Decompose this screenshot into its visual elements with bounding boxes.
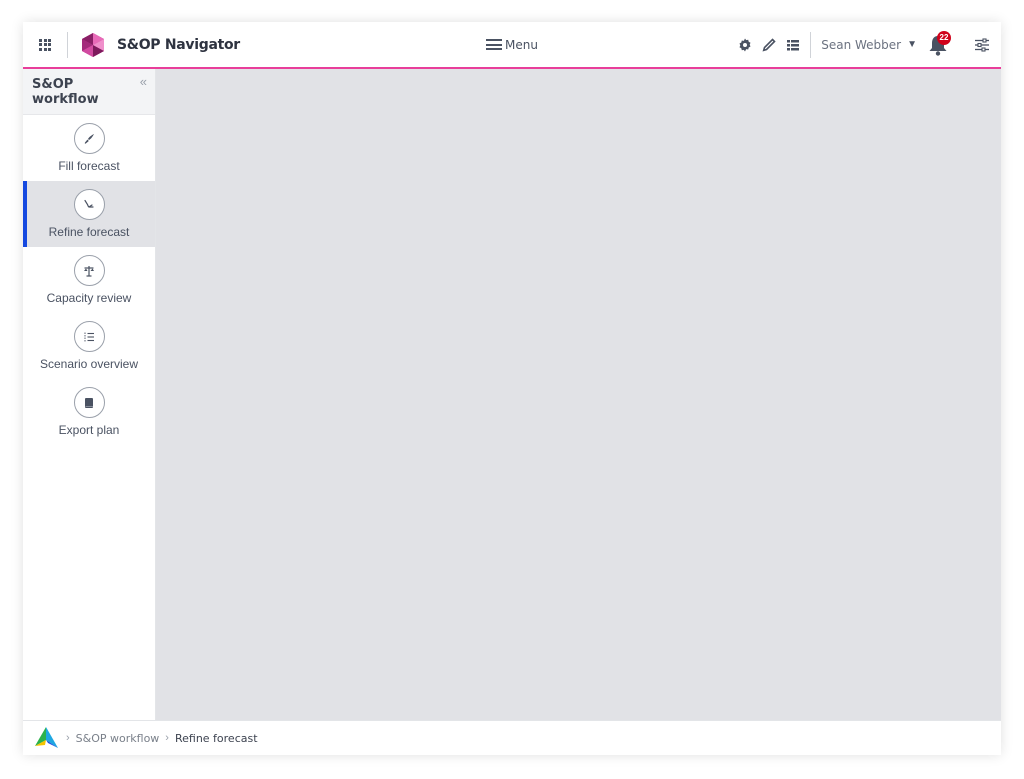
step-icon-circle [73, 255, 105, 286]
apps-grid-icon [39, 38, 51, 51]
pipette-icon [84, 199, 94, 208]
hamburger-icon [486, 39, 502, 50]
main-area: S&OP workflow « Fill forecast Refine for… [23, 69, 1001, 720]
app-logo-icon [82, 32, 104, 57]
notification-badge: 22 [937, 30, 951, 45]
step-label: Fill forecast [58, 159, 120, 173]
collapse-sidebar-icon[interactable]: « [140, 74, 147, 89]
pencil-icon [762, 37, 776, 51]
step-icon-circle [73, 321, 105, 352]
app-title: S&OP Navigator [117, 36, 240, 53]
settings-button[interactable] [734, 34, 756, 56]
brush-icon [84, 133, 94, 144]
notifications-button[interactable]: 22 [927, 30, 951, 57]
content-area [156, 69, 1001, 720]
breadcrumb-separator: › [66, 732, 70, 744]
step-icon-circle [73, 123, 105, 154]
step-label: Refine forecast [48, 225, 130, 239]
step-label: Capacity review [46, 291, 132, 305]
book-icon [85, 397, 93, 408]
breadcrumb-separator: › [165, 732, 169, 744]
divider [67, 31, 68, 58]
app-launcher-button[interactable] [23, 22, 67, 67]
edit-button[interactable] [758, 34, 780, 56]
step-fill-forecast[interactable]: Fill forecast [23, 115, 155, 181]
ordered-list-icon [84, 332, 94, 341]
step-label: Scenario overview [39, 357, 139, 371]
step-icon-circle [73, 387, 105, 418]
user-menu[interactable]: Sean Webber [821, 38, 901, 52]
preferences-button[interactable] [971, 34, 993, 56]
breadcrumb-item[interactable]: S&OP workflow [76, 732, 160, 745]
top-navigation-bar: S&OP Navigator Menu Sean Webber ▼ 22 [23, 22, 1001, 69]
list-icon [787, 39, 800, 50]
company-logo-icon [35, 727, 58, 748]
sidebar-title-line1: S&OP [32, 77, 74, 92]
caret-down-icon[interactable]: ▼ [907, 39, 917, 50]
sliders-icon [975, 37, 989, 52]
balance-scale-icon [84, 265, 94, 277]
step-capacity-review[interactable]: Capacity review [23, 247, 155, 313]
step-export-plan[interactable]: Export plan [23, 379, 155, 445]
sidebar-header: S&OP workflow « [23, 69, 155, 115]
sidebar-title-line2: workflow [32, 92, 99, 107]
list-view-button[interactable] [782, 34, 804, 56]
app-window: S&OP Navigator Menu Sean Webber ▼ 22 S&O… [23, 22, 1001, 755]
step-label: Export plan [58, 423, 120, 437]
breadcrumb-current: Refine forecast [174, 731, 258, 745]
menu-label: Menu [505, 37, 538, 52]
divider [810, 31, 812, 58]
step-refine-forecast[interactable]: Refine forecast [23, 181, 155, 247]
header-tools: Sean Webber ▼ 22 [734, 22, 1001, 67]
gear-icon [739, 38, 751, 51]
workflow-sidebar: S&OP workflow « Fill forecast Refine for… [23, 69, 156, 720]
step-icon-circle [73, 189, 105, 220]
main-menu-button[interactable]: Menu [486, 22, 538, 67]
breadcrumb-bar: › S&OP workflow › Refine forecast [23, 720, 1001, 755]
step-scenario-overview[interactable]: Scenario overview [23, 313, 155, 379]
